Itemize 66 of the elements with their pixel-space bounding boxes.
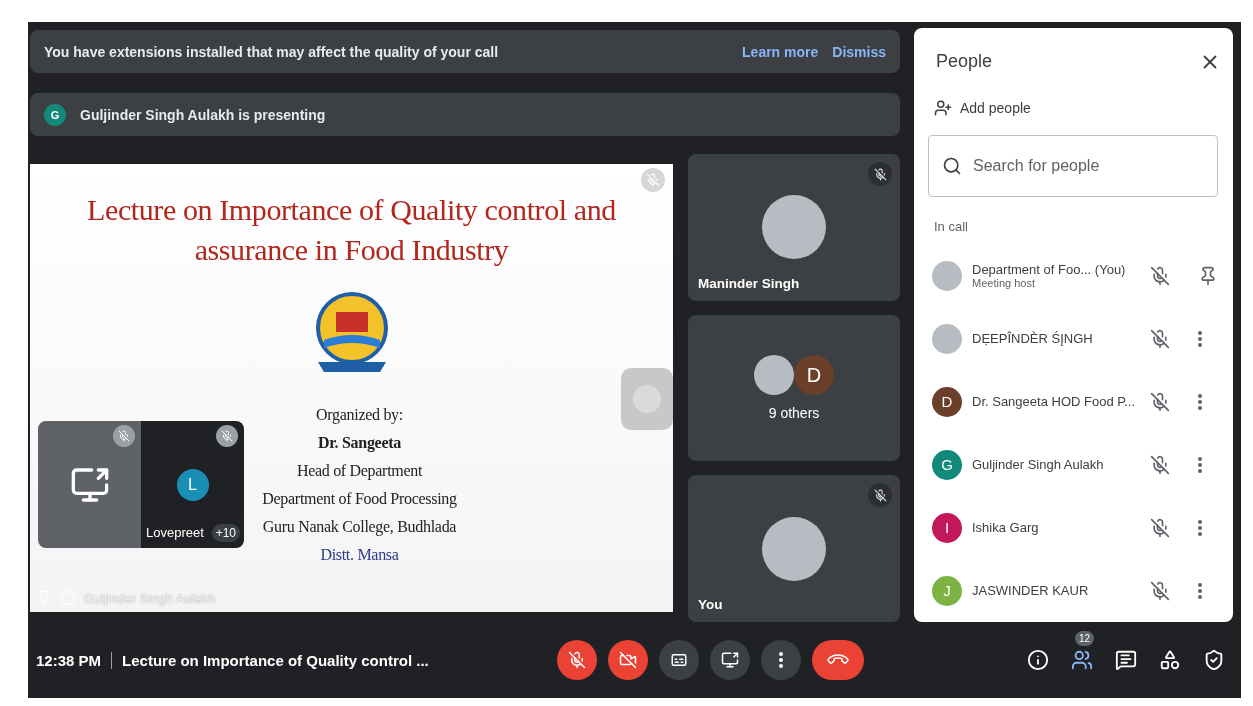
slide-text: Head of Department [296,461,423,482]
more-icon[interactable] [1198,456,1202,473]
participant-name: Department of Foo... (You) [972,262,1127,277]
participant-row[interactable]: G Guljinder Singh Aulakh [928,433,1233,496]
participant-row[interactable]: DẸEPÎNDÈR ŚĮNGH [928,307,1233,370]
participant-role: Meeting host [972,277,1036,289]
others-count: 9 others [768,405,820,421]
avatar-initial: I [932,512,962,543]
hang-up-button[interactable] [812,640,865,680]
participant-name: Guljinder Singh Aulakh [972,457,1105,472]
avatar-initial: G [44,103,66,126]
panel-title: People [936,51,993,72]
search-field[interactable]: Search for people [928,135,1218,197]
camera-off-icon [619,651,638,669]
captions-button[interactable] [659,640,700,680]
participant-name: You [698,597,723,612]
more-icon[interactable] [1198,519,1202,536]
participant-name: DẸEPÎNDÈR ŚĮNGH [972,331,1094,346]
slide-text: Organized by: [316,405,403,426]
participant-name: Ishika Garg [972,520,1040,535]
avatar-photo [754,355,794,395]
more-icon [779,652,784,668]
mic-off-icon [568,651,587,669]
slide-text: Department of Food Processing [262,489,457,510]
participant-name: Maninder Singh [698,275,800,291]
avatar-photo [932,323,962,354]
more-icon[interactable] [1198,393,1202,410]
participant-name: Lovepreet [146,525,204,540]
participant-row[interactable]: Department of Foo... (You) Meeting host [928,244,1233,307]
notice-text: You have extensions installed that may affect the quality of your call [44,43,500,60]
clock-time: 12:38 PM [36,651,113,669]
section-label: In call [933,219,969,234]
present-button[interactable] [710,640,751,680]
avatar-initial: D [794,355,834,395]
slide-text: Guru Nanak College, Budhlada [262,517,457,538]
slide-title: Lecture on Importance of Quality control and assurance in Food Industry [86,192,617,268]
more-icon[interactable] [1198,582,1202,599]
mic-off-button[interactable] [557,640,598,680]
slide-text: Distt. Mansa [320,545,399,565]
notice-link[interactable]: Dismiss [832,41,886,62]
avatar-initial: J [932,575,962,606]
avatar-initial: G [932,449,962,480]
more-icon[interactable] [1198,330,1202,347]
more-count: +10 [211,524,240,542]
participant-name: JASWINDER KAUR [972,583,1090,598]
avatar-initial: L [176,468,209,501]
avatar-initial: D [932,386,962,417]
count-badge: 12 [1075,631,1095,646]
add-people-button[interactable]: Add people [928,95,1037,121]
info-icon[interactable] [1025,647,1051,673]
search-icon [942,156,962,176]
participant-row[interactable]: I Ishika Garg [928,496,1233,559]
present-icon [721,651,740,669]
meeting-title: Lecture on Importance of Quality control ... [121,651,430,669]
participant-row[interactable]: J JASWINDER KAUR [928,559,1233,622]
add-person-icon [934,99,952,117]
more-options-button[interactable] [761,640,802,680]
participant-name: Dr. Sangeeta HOD Food P... [972,394,1132,409]
presenting-text: Guljinder Singh Aulakh is presenting [80,106,326,123]
pin-icon[interactable] [1198,265,1218,286]
avatar-photo [932,260,962,291]
camera-off-button[interactable] [608,640,649,680]
notice-link[interactable]: Learn more [742,41,819,62]
participant-row[interactable]: D Dr. Sangeeta HOD Food P... [928,370,1233,433]
slide-text: Dr. Sangeeta [318,433,401,454]
captions-icon [670,651,689,669]
